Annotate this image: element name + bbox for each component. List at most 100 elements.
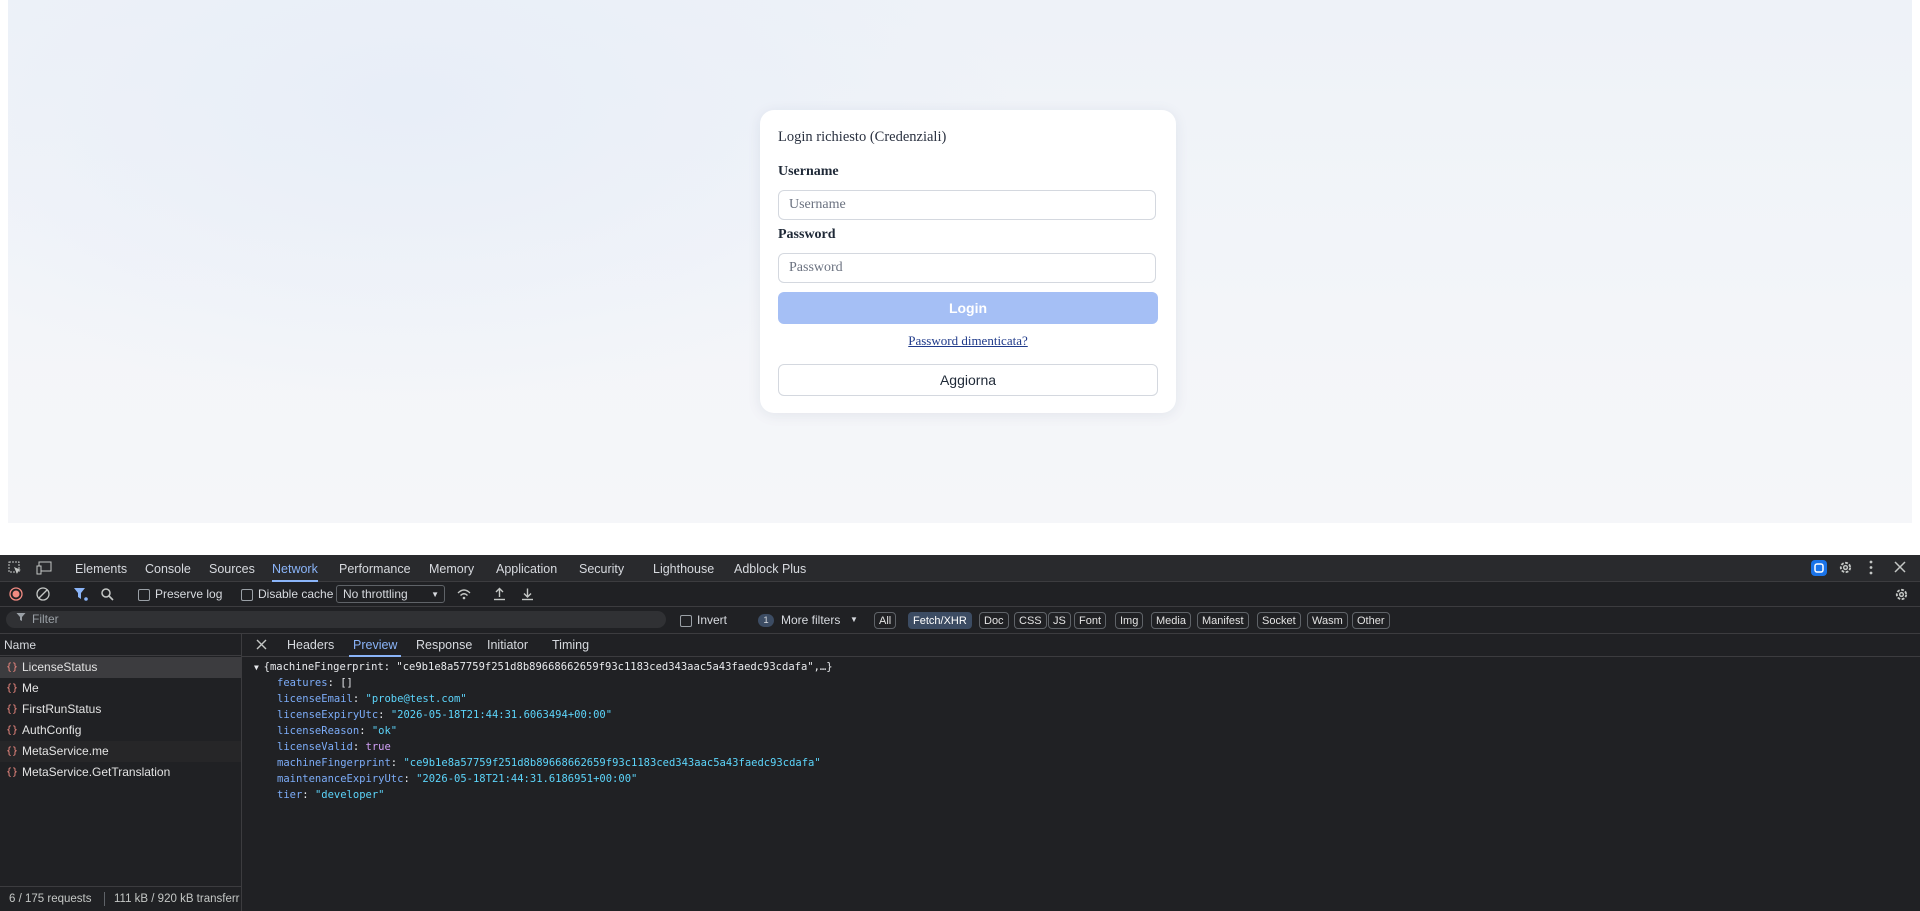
- tab-application[interactable]: Application: [496, 562, 557, 576]
- chip-img[interactable]: Img: [1115, 612, 1144, 629]
- tab-response[interactable]: Response: [416, 638, 472, 652]
- close-detail-icon[interactable]: [256, 639, 267, 653]
- tab-initiator[interactable]: Initiator: [487, 638, 528, 652]
- request-count: 6 / 175 requests: [9, 893, 92, 905]
- settings-gear-icon[interactable]: [1838, 560, 1853, 578]
- transfer-size: 111 kB / 920 kB transferr: [114, 893, 240, 905]
- chip-fetch-xhr[interactable]: Fetch/XHR: [908, 612, 972, 629]
- name-column-header[interactable]: Name: [0, 634, 241, 656]
- invert-checkbox[interactable]: [680, 615, 692, 627]
- chip-css[interactable]: CSS: [1014, 612, 1047, 629]
- tab-timing[interactable]: Timing: [552, 638, 589, 652]
- network-settings-icon[interactable]: [1894, 587, 1909, 605]
- chevron-down-icon: ▼: [431, 590, 439, 599]
- json-value: "2026-05-18T21:44:31.6063494+00:00": [390, 709, 613, 721]
- tab-lighthouse[interactable]: Lighthouse: [653, 562, 714, 576]
- chip-socket[interactable]: Socket: [1257, 612, 1301, 629]
- xhr-icon: {}: [6, 767, 19, 778]
- login-button[interactable]: Login: [778, 292, 1158, 324]
- json-field: licenseReason: "ok": [277, 725, 398, 737]
- json-key: maintenanceExpiryUtc: [277, 773, 404, 785]
- request-row[interactable]: {} MetaService.GetTranslation: [0, 762, 241, 783]
- expand-triangle-icon[interactable]: ▼: [254, 663, 264, 672]
- json-value: "ok": [371, 725, 398, 737]
- chip-doc[interactable]: Doc: [979, 612, 1009, 629]
- network-toolbar: Preserve log Disable cache No throttling…: [0, 582, 1920, 607]
- filter-input[interactable]: Filter: [6, 611, 666, 628]
- status-divider: [104, 892, 105, 906]
- request-row[interactable]: {} Me: [0, 678, 241, 699]
- chip-all[interactable]: All: [874, 612, 897, 629]
- json-key: licenseValid: [277, 741, 353, 753]
- import-har-icon[interactable]: [493, 587, 506, 604]
- json-key: tier: [277, 789, 303, 801]
- request-name: Me: [22, 681, 39, 695]
- more-filters-chevron-icon: ▼: [850, 615, 858, 624]
- json-field: licenseExpiryUtc: "2026-05-18T21:44:31.6…: [277, 709, 613, 721]
- update-button[interactable]: Aggiorna: [778, 364, 1158, 396]
- json-field: machineFingerprint: "ce9b1e8a57759f251d8…: [277, 757, 821, 769]
- network-conditions-icon[interactable]: [456, 587, 472, 604]
- tab-preview[interactable]: Preview: [348, 638, 402, 657]
- json-key: machineFingerprint: [277, 757, 391, 769]
- forgot-password-link[interactable]: Password dimenticata?: [760, 333, 1176, 349]
- request-row[interactable]: {} AuthConfig: [0, 720, 241, 741]
- json-summary: {machineFingerprint: "ce9b1e8a57759f251d…: [263, 661, 833, 673]
- filter-icon[interactable]: [73, 587, 88, 604]
- password-input[interactable]: Password: [778, 253, 1156, 283]
- throttling-select[interactable]: No throttling ▼: [336, 585, 445, 603]
- chip-wasm[interactable]: Wasm: [1307, 612, 1348, 629]
- json-root-row[interactable]: ▼ {machineFingerprint: "ce9b1e8a57759f25…: [254, 659, 833, 676]
- json-value: "developer": [314, 789, 385, 801]
- filter-placeholder: Filter: [32, 612, 59, 626]
- chip-other[interactable]: Other: [1352, 612, 1390, 629]
- password-label: Password: [778, 227, 836, 242]
- request-detail: Headers Preview Response Initiator Timin…: [242, 634, 1920, 911]
- tab-security[interactable]: Security: [579, 562, 624, 576]
- json-field: features: []: [277, 677, 353, 689]
- network-status-bar: 6 / 175 requests 111 kB / 920 kB transfe…: [0, 886, 241, 911]
- issues-icon[interactable]: [1811, 560, 1827, 576]
- filter-bar: Filter Invert 1 More filters ▼ All Fetch…: [0, 607, 1920, 634]
- disable-cache-label: Disable cache: [258, 587, 334, 601]
- request-row[interactable]: {} LicenseStatus: [0, 657, 241, 678]
- json-key: licenseExpiryUtc: [277, 709, 379, 721]
- preserve-log-checkbox[interactable]: [138, 589, 150, 601]
- tab-performance[interactable]: Performance: [339, 562, 411, 576]
- username-label: Username: [778, 164, 839, 179]
- request-row[interactable]: {} FirstRunStatus: [0, 699, 241, 720]
- clear-icon[interactable]: [36, 587, 50, 604]
- tab-adblock-plus[interactable]: Adblock Plus: [734, 562, 806, 576]
- username-input[interactable]: Username: [778, 190, 1156, 220]
- chip-js[interactable]: JS: [1048, 612, 1071, 629]
- json-value: "ce9b1e8a57759f251d8b89668662659f93c1183…: [403, 757, 821, 769]
- tab-console[interactable]: Console: [145, 562, 191, 576]
- inspect-element-icon[interactable]: [8, 561, 22, 578]
- tab-memory[interactable]: Memory: [429, 562, 474, 576]
- chip-manifest[interactable]: Manifest: [1197, 612, 1249, 629]
- device-toolbar-icon[interactable]: [36, 561, 52, 578]
- request-name: MetaService.GetTranslation: [22, 765, 171, 779]
- json-key: licenseEmail: [277, 693, 353, 705]
- record-icon[interactable]: [9, 587, 23, 604]
- disable-cache-checkbox[interactable]: [241, 589, 253, 601]
- request-row[interactable]: {} MetaService.me: [0, 741, 241, 762]
- xhr-icon: {}: [6, 683, 19, 694]
- invert-label: Invert: [697, 613, 728, 627]
- chip-font[interactable]: Font: [1074, 612, 1107, 629]
- json-key: licenseReason: [277, 725, 360, 737]
- request-name: AuthConfig: [22, 723, 82, 737]
- more-filters-button[interactable]: More filters: [781, 613, 840, 627]
- chip-media[interactable]: Media: [1151, 612, 1191, 629]
- search-icon[interactable]: [100, 587, 114, 604]
- tab-headers[interactable]: Headers: [287, 638, 334, 652]
- throttling-value: No throttling: [343, 587, 408, 601]
- tab-network[interactable]: Network: [272, 562, 318, 582]
- tab-elements[interactable]: Elements: [75, 562, 127, 576]
- json-field: tier: "developer": [277, 789, 385, 801]
- tab-sources[interactable]: Sources: [209, 562, 255, 576]
- close-devtools-icon[interactable]: [1894, 561, 1906, 576]
- request-list: Name {} LicenseStatus {} Me {} FirstRunStat…: [0, 634, 242, 911]
- more-options-icon[interactable]: [1869, 560, 1873, 578]
- export-har-icon[interactable]: [521, 587, 534, 604]
